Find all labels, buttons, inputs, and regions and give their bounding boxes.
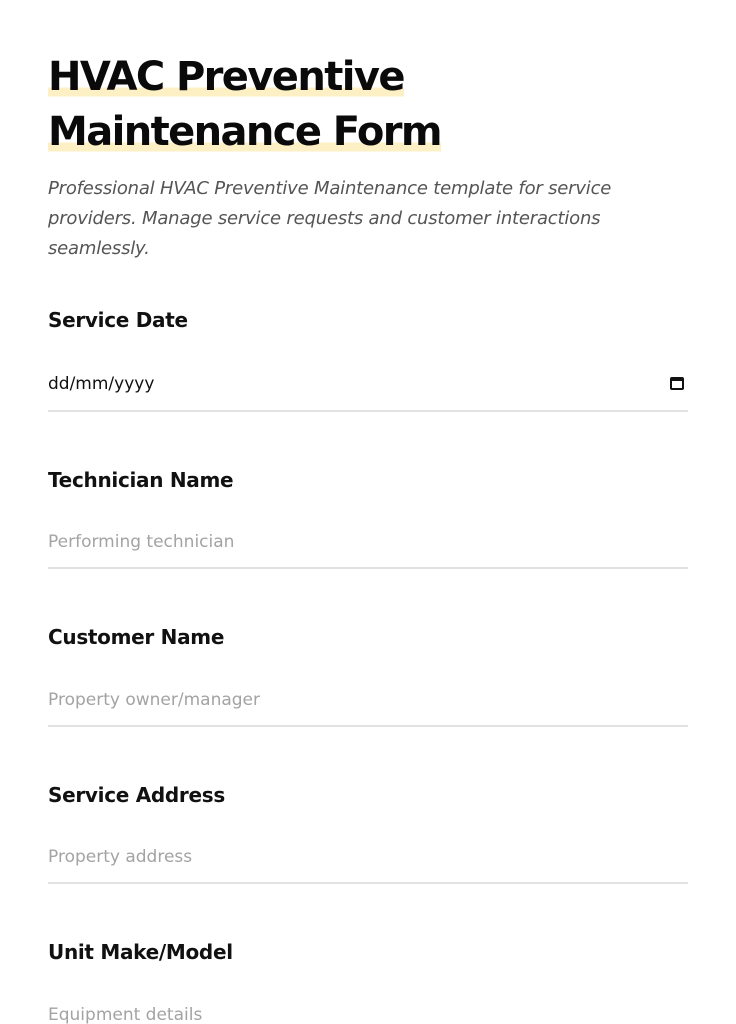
service-date-value: dd/mm/yyyy <box>48 374 155 394</box>
technician-name-input[interactable]: Performing technician <box>48 528 688 569</box>
unit-make-model-placeholder: Equipment details <box>48 1005 203 1024</box>
page-title-text: HVAC Preventive Maintenance Form <box>48 54 443 155</box>
service-address-label: Service Address <box>48 783 225 807</box>
service-address-input[interactable]: Property address <box>48 843 688 884</box>
customer-name-input[interactable]: Property owner/manager <box>48 686 688 727</box>
unit-make-model-label: Unit Make/Model <box>48 940 233 964</box>
customer-name-placeholder: Property owner/manager <box>48 690 261 710</box>
service-address-placeholder: Property address <box>48 847 193 867</box>
form-description: Professional HVAC Preventive Maintenance… <box>48 178 612 259</box>
form-page: HVAC Preventive Maintenance Form Profess… <box>0 0 736 1024</box>
calendar-icon[interactable] <box>670 377 684 390</box>
unit-make-model-input[interactable]: Equipment details <box>48 1001 688 1024</box>
service-date-input[interactable]: dd/mm/yyyy <box>48 370 688 412</box>
service-date-label: Service Date <box>48 308 188 332</box>
page-title: HVAC Preventive Maintenance Form <box>48 50 688 160</box>
technician-name-label: Technician Name <box>48 468 234 492</box>
technician-name-placeholder: Performing technician <box>48 532 235 552</box>
customer-name-label: Customer Name <box>48 625 225 649</box>
